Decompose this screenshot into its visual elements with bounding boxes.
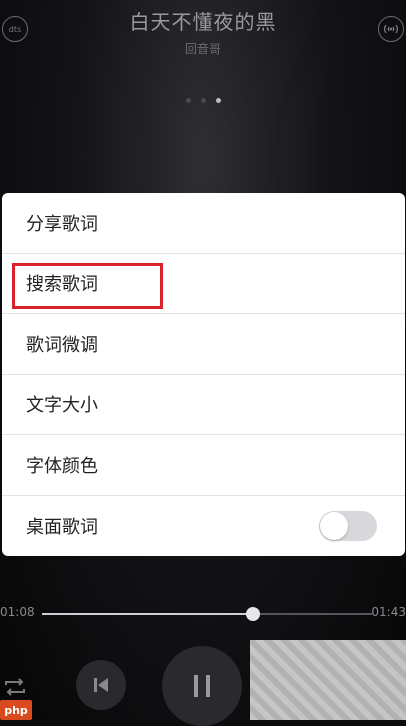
current-time: 01:08 bbox=[0, 605, 35, 619]
menu-item-label: 歌词微调 bbox=[26, 334, 98, 356]
desktop-lyrics-toggle[interactable] bbox=[319, 510, 377, 541]
php-logo-text: php bbox=[4, 703, 28, 717]
previous-button[interactable] bbox=[76, 660, 126, 710]
menu-item-label: 文字大小 bbox=[26, 395, 98, 417]
pause-icon bbox=[194, 675, 210, 697]
php-logo: php bbox=[0, 700, 32, 720]
progress-bar[interactable] bbox=[42, 607, 372, 621]
watermark-image bbox=[250, 640, 406, 720]
toggle-knob bbox=[320, 511, 348, 540]
menu-item[interactable]: 文字大小 bbox=[2, 375, 405, 435]
menu-item[interactable]: 桌面歌词 bbox=[2, 496, 405, 557]
page-indicator bbox=[0, 98, 406, 103]
menu-item[interactable]: 字体颜色 bbox=[2, 435, 405, 496]
page-dot bbox=[215, 98, 221, 103]
repeat-icon[interactable] bbox=[2, 676, 28, 698]
pause-button[interactable] bbox=[162, 646, 242, 726]
highlight-annotation-box bbox=[12, 262, 163, 309]
total-time: 01:43 bbox=[371, 605, 406, 619]
progress-fill bbox=[42, 613, 254, 615]
menu-item[interactable]: 分享歌词 bbox=[2, 193, 405, 254]
page-dot bbox=[200, 98, 206, 103]
lyrics-menu: 分享歌词搜索歌词歌词微调文字大小字体颜色桌面歌词 bbox=[2, 193, 405, 556]
menu-item-label: 桌面歌词 bbox=[26, 516, 98, 538]
menu-item-label: 分享歌词 bbox=[26, 213, 98, 235]
page-dot bbox=[185, 98, 191, 103]
previous-icon bbox=[94, 678, 108, 692]
song-title: 白天不懂夜的黑 bbox=[129, 10, 277, 34]
menu-item[interactable]: 歌词微调 bbox=[2, 314, 405, 375]
artist-name: 回音哥 bbox=[184, 42, 221, 56]
menu-item[interactable]: 搜索歌词 bbox=[2, 254, 405, 314]
menu-item-label: 字体颜色 bbox=[26, 455, 98, 477]
